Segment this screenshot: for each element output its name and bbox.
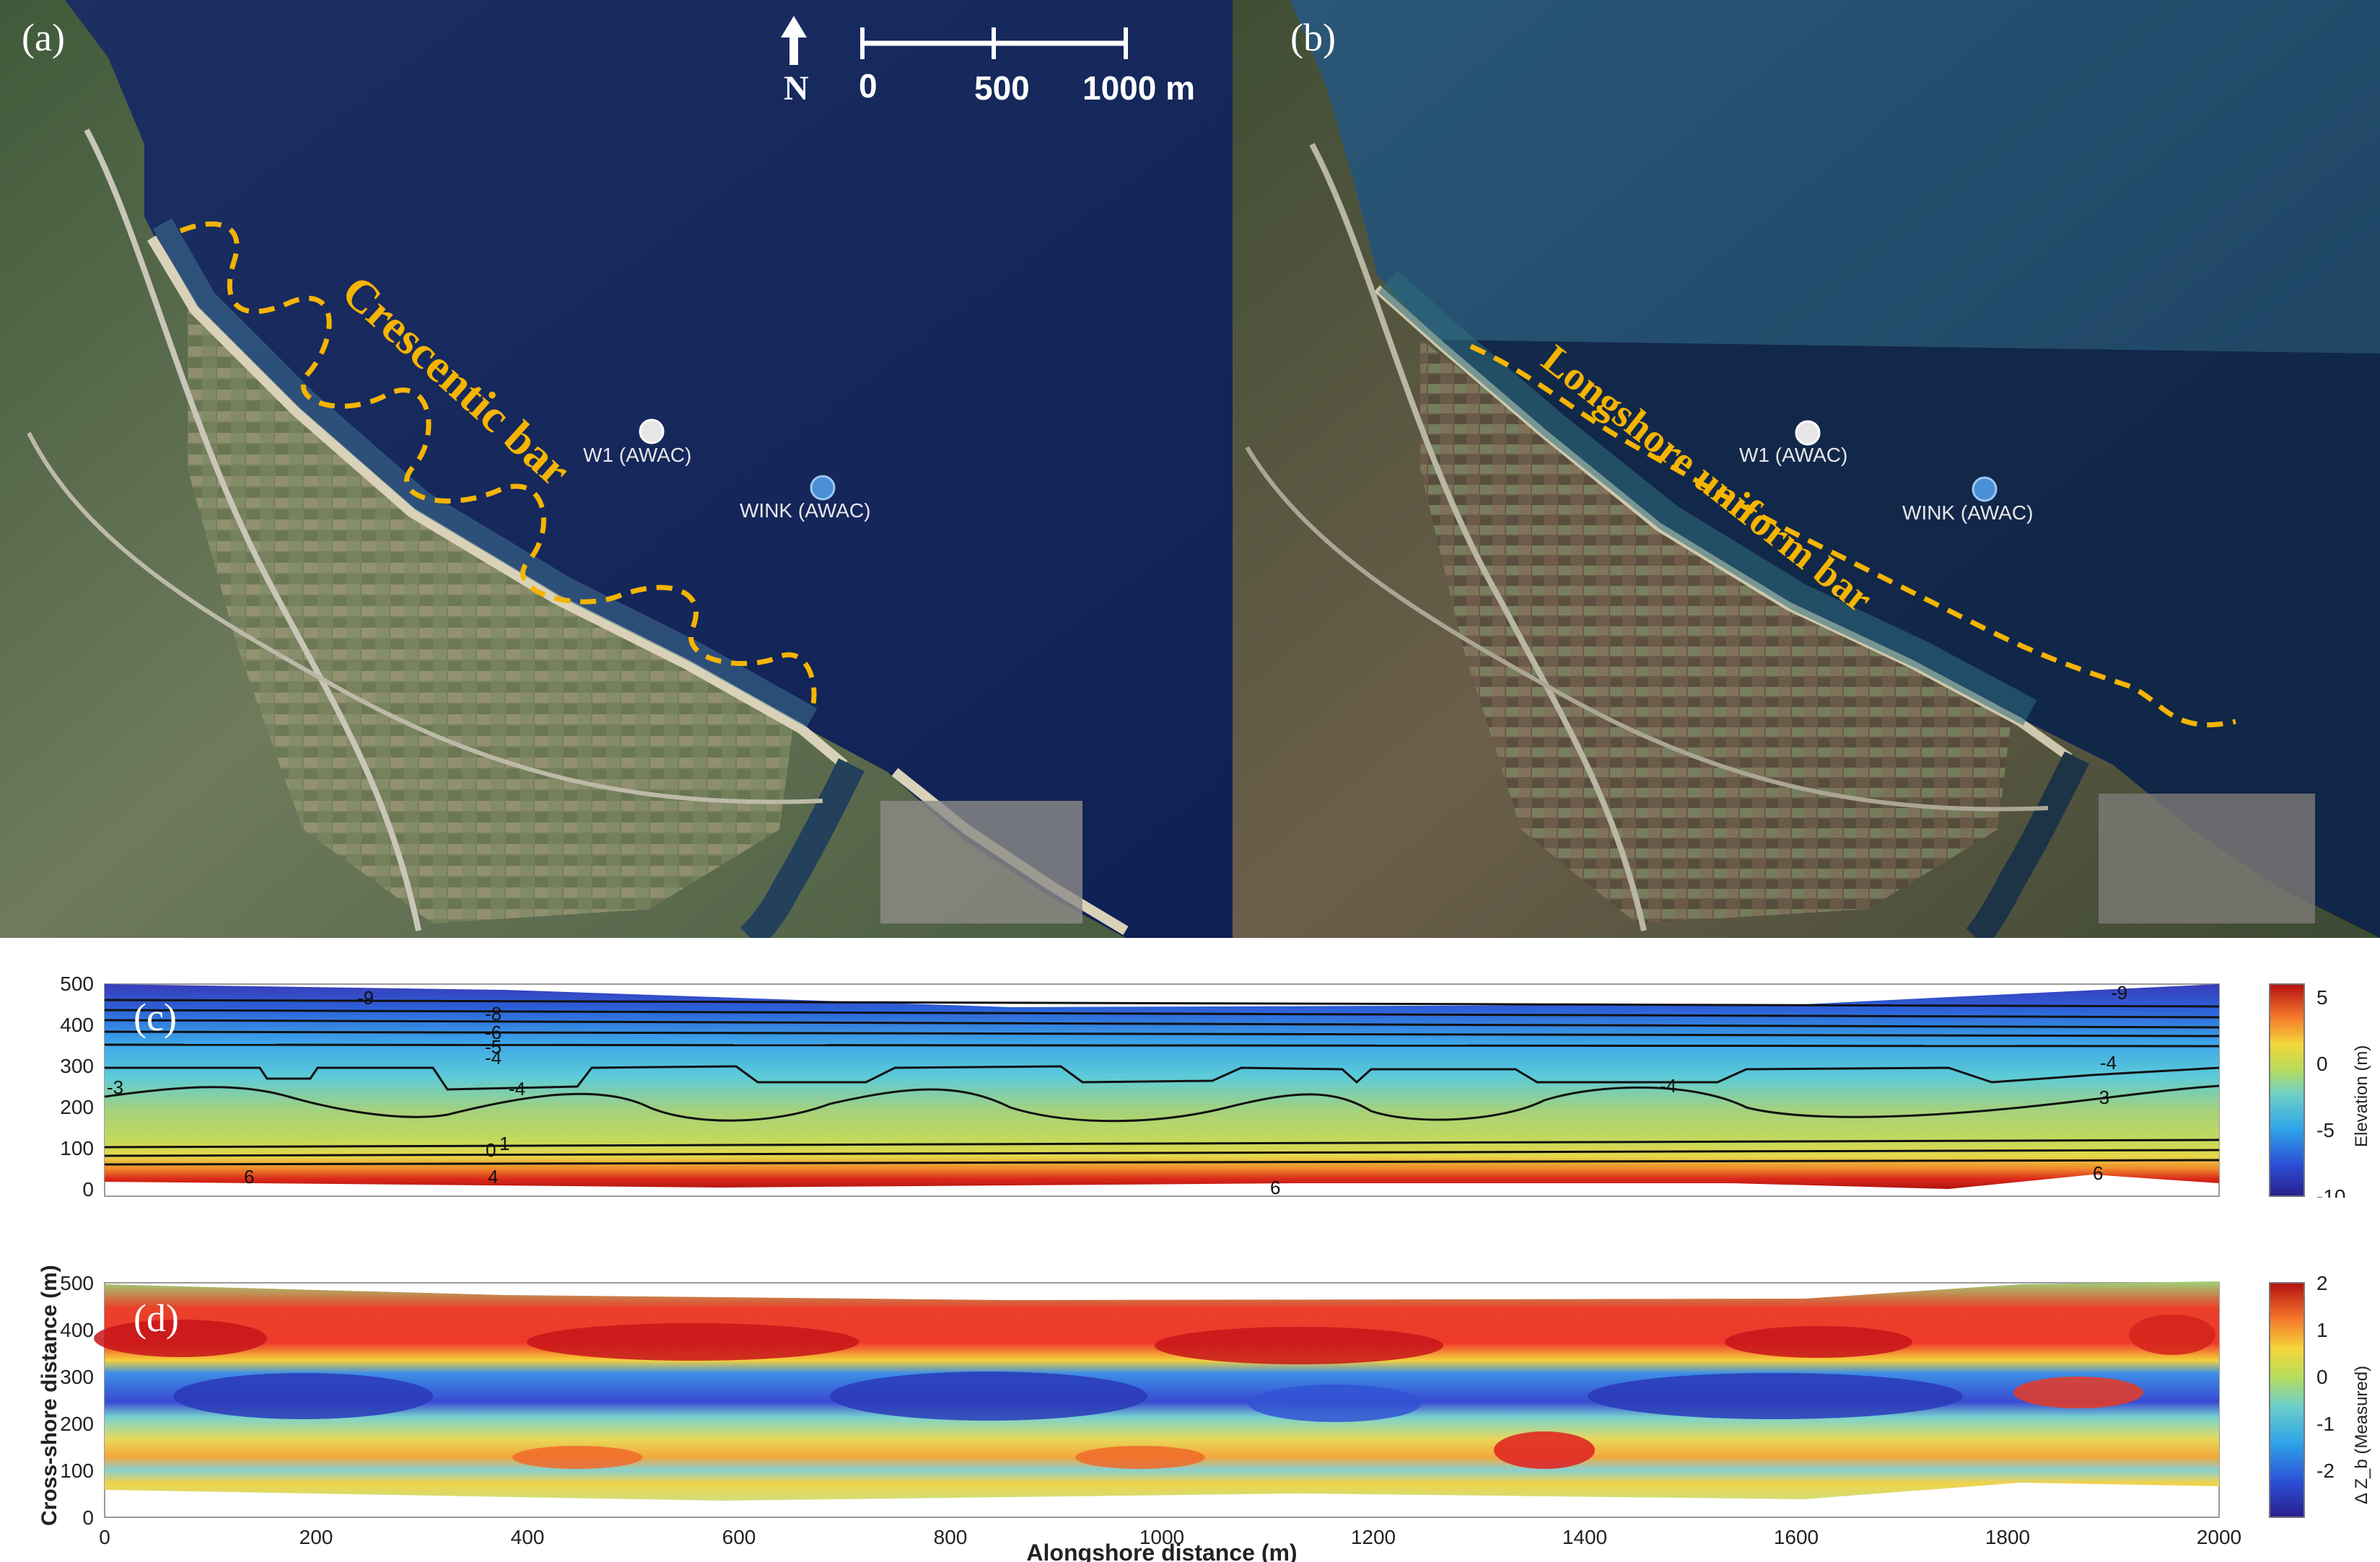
colorbar-tick-label: -2 [2316,1460,2335,1482]
y-tick-label: 100 [60,1460,94,1482]
elevation-field [105,984,2219,1189]
y-tick-label: 100 [60,1137,94,1159]
contour-label: -4 [509,1078,525,1100]
colorbar-ticks-c: 5 0 -5 -10 [2316,986,2345,1198]
x-tick-label: 1600 [1774,1526,1819,1548]
colorbar-tick-label: -5 [2316,1119,2335,1141]
contour-label: -4 [485,1047,502,1069]
contour-line [104,1043,2220,1048]
contour-label: -9 [357,987,374,1009]
colorbar-tick-label: -1 [2316,1413,2335,1435]
station-w1-marker [639,418,665,444]
panel-c-label: (c) [134,996,177,1039]
colorbar-title-c: Elevation (m) [2352,1045,2371,1147]
x-tick-label: 600 [722,1526,756,1548]
contour-label: 6 [1270,1177,1280,1198]
y-tick-label: 300 [60,1366,94,1388]
contour-label: 6 [244,1166,254,1188]
x-tick-label: 1800 [1985,1526,2030,1548]
difference-panel-d: 500 400 300 200 100 0 0 200 400 600 800 … [38,1265,2371,1562]
y-tick-label: 0 [82,1178,94,1198]
scale-label-1000: 1000 m [1082,69,1195,107]
station-wink-label: WINK (AWAC) [1902,501,2033,524]
x-tick-label: 2000 [2197,1526,2241,1548]
scale-label-500: 500 [974,69,1030,107]
x-tick-label: 1400 [1562,1526,1607,1548]
colorbar-title-d: Δ Z_b (Measured) [2352,1366,2371,1504]
contour-label: 0 [486,1139,496,1161]
colorbar-tick-label: 2 [2316,1272,2328,1294]
station-w1-label: W1 (AWAC) [1739,444,1847,466]
x-tick-label: 200 [299,1526,333,1548]
contour-label: -4 [2100,1052,2117,1074]
y-tick-label: 300 [60,1055,94,1077]
colorbar-tick-label: 5 [2316,986,2328,1009]
contour-label: 4 [488,1166,498,1188]
panel-b-label: (b) [1290,16,1336,59]
map-panel-b: Longshore uniform bar W1 (AWAC) WINK (AW… [1233,0,2380,938]
x-tick-label: 800 [934,1526,968,1548]
panel-a-label: (a) [22,16,65,59]
north-label: N [784,69,809,108]
y-tick-label: 200 [60,1413,94,1435]
y-axis-label: Cross-shore distance (m) [38,1265,61,1526]
y-tick-label: 0 [82,1506,94,1529]
colorbar-tick-label: 1 [2316,1319,2328,1341]
scale-label-0: 0 [859,67,878,105]
colorbar-tick-label: -10 [2316,1185,2345,1198]
map-panel-a: Crescentic bar W1 (AWAC) WINK (AWAC) N 0… [0,0,1233,938]
contour-label: -3 [2093,1087,2109,1108]
y-axis-d: 500 400 300 200 100 0 [60,1272,94,1529]
station-w1-label: W1 (AWAC) [583,444,691,466]
colorbar-tick-label: 0 [2316,1366,2328,1388]
panel-d-label: (d) [134,1296,179,1340]
station-wink-marker [810,475,836,501]
town [2099,794,2315,923]
station-w1-marker [1795,420,1821,446]
x-axis-label: Alongshore distance (m) [1026,1540,1297,1562]
elevation-panel-c: 500 400 300 200 100 0 -9 -8 -6 -5 -4 -4 … [60,973,2371,1198]
x-tick-label: 0 [99,1526,110,1548]
y-tick-label: 400 [60,1014,94,1036]
y-tick-label: 400 [60,1319,94,1341]
station-wink-marker [1972,476,1998,502]
station-wink-label: WINK (AWAC) [740,499,870,522]
y-tick-label: 200 [60,1096,94,1118]
contour-label: 1 [499,1133,509,1154]
y-tick-label: 500 [60,1272,94,1294]
y-axis-c: 500 400 300 200 100 0 [60,973,94,1198]
contour-label: -4 [1660,1075,1676,1097]
colorbar-ticks-d: 2 1 0 -1 -2 [2316,1272,2335,1482]
x-tick-label: 400 [511,1526,545,1548]
x-tick-label: 1200 [1351,1526,1396,1548]
elevation-colorbar [2269,983,2305,1197]
difference-colorbar [2269,1282,2305,1518]
contour-label: 6 [2093,1162,2103,1184]
colorbar-tick-label: 0 [2316,1053,2328,1075]
y-tick-label: 500 [60,973,94,995]
town [880,801,1082,923]
contour-label: -3 [107,1076,123,1098]
contour-label: -9 [2111,982,2127,1004]
